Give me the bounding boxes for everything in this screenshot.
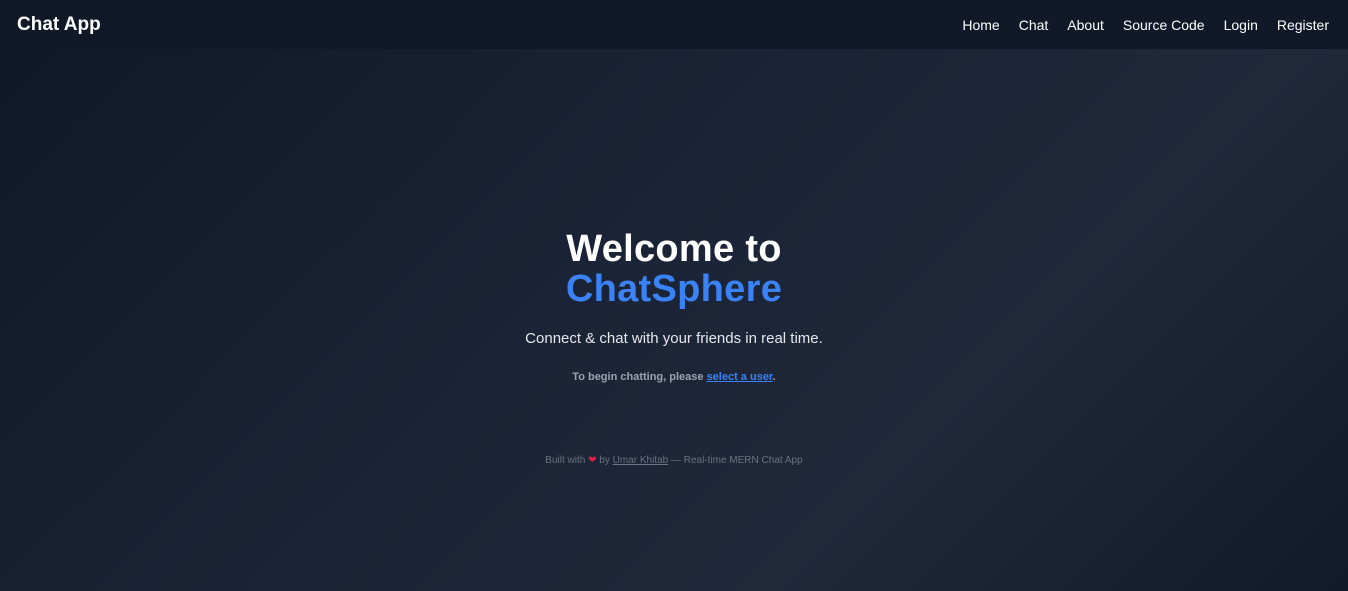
nav-link-login[interactable]: Login bbox=[1224, 17, 1258, 33]
author-link[interactable]: Umar Khitab bbox=[613, 455, 669, 466]
hero-tagline: Connect & chat with your friends in real… bbox=[525, 330, 823, 347]
begin-prefix: To begin chatting, please bbox=[572, 371, 707, 383]
nav-link-source-code[interactable]: Source Code bbox=[1123, 17, 1205, 33]
brand-logo[interactable]: Chat App bbox=[17, 14, 101, 36]
hero-section: Welcome to ChatSphere Connect & chat wit… bbox=[0, 229, 1348, 383]
footer-prefix: Built with bbox=[545, 455, 589, 466]
nav-link-register[interactable]: Register bbox=[1277, 17, 1329, 33]
begin-suffix: . bbox=[772, 371, 776, 383]
nav-link-chat[interactable]: Chat bbox=[1019, 17, 1049, 33]
nav-link-about[interactable]: About bbox=[1067, 17, 1104, 33]
footer-suffix: — Real-time MERN Chat App bbox=[668, 455, 803, 466]
select-user-link[interactable]: select a user bbox=[707, 371, 773, 383]
footer-by: by bbox=[596, 455, 613, 466]
footer: Built with ❤ by Umar Khitab — Real-time … bbox=[0, 455, 1348, 466]
hero-title-brand: ChatSphere bbox=[565, 268, 783, 310]
begin-chatting-text: To begin chatting, please select a user. bbox=[0, 371, 1348, 383]
hero-title-line1: Welcome to bbox=[566, 228, 782, 270]
hero-title: Welcome to ChatSphere bbox=[0, 229, 1348, 309]
nav-link-home[interactable]: Home bbox=[962, 17, 999, 33]
navbar: Chat App Home Chat About Source Code Log… bbox=[0, 0, 1348, 49]
nav-links: Home Chat About Source Code Login Regist… bbox=[962, 17, 1329, 33]
